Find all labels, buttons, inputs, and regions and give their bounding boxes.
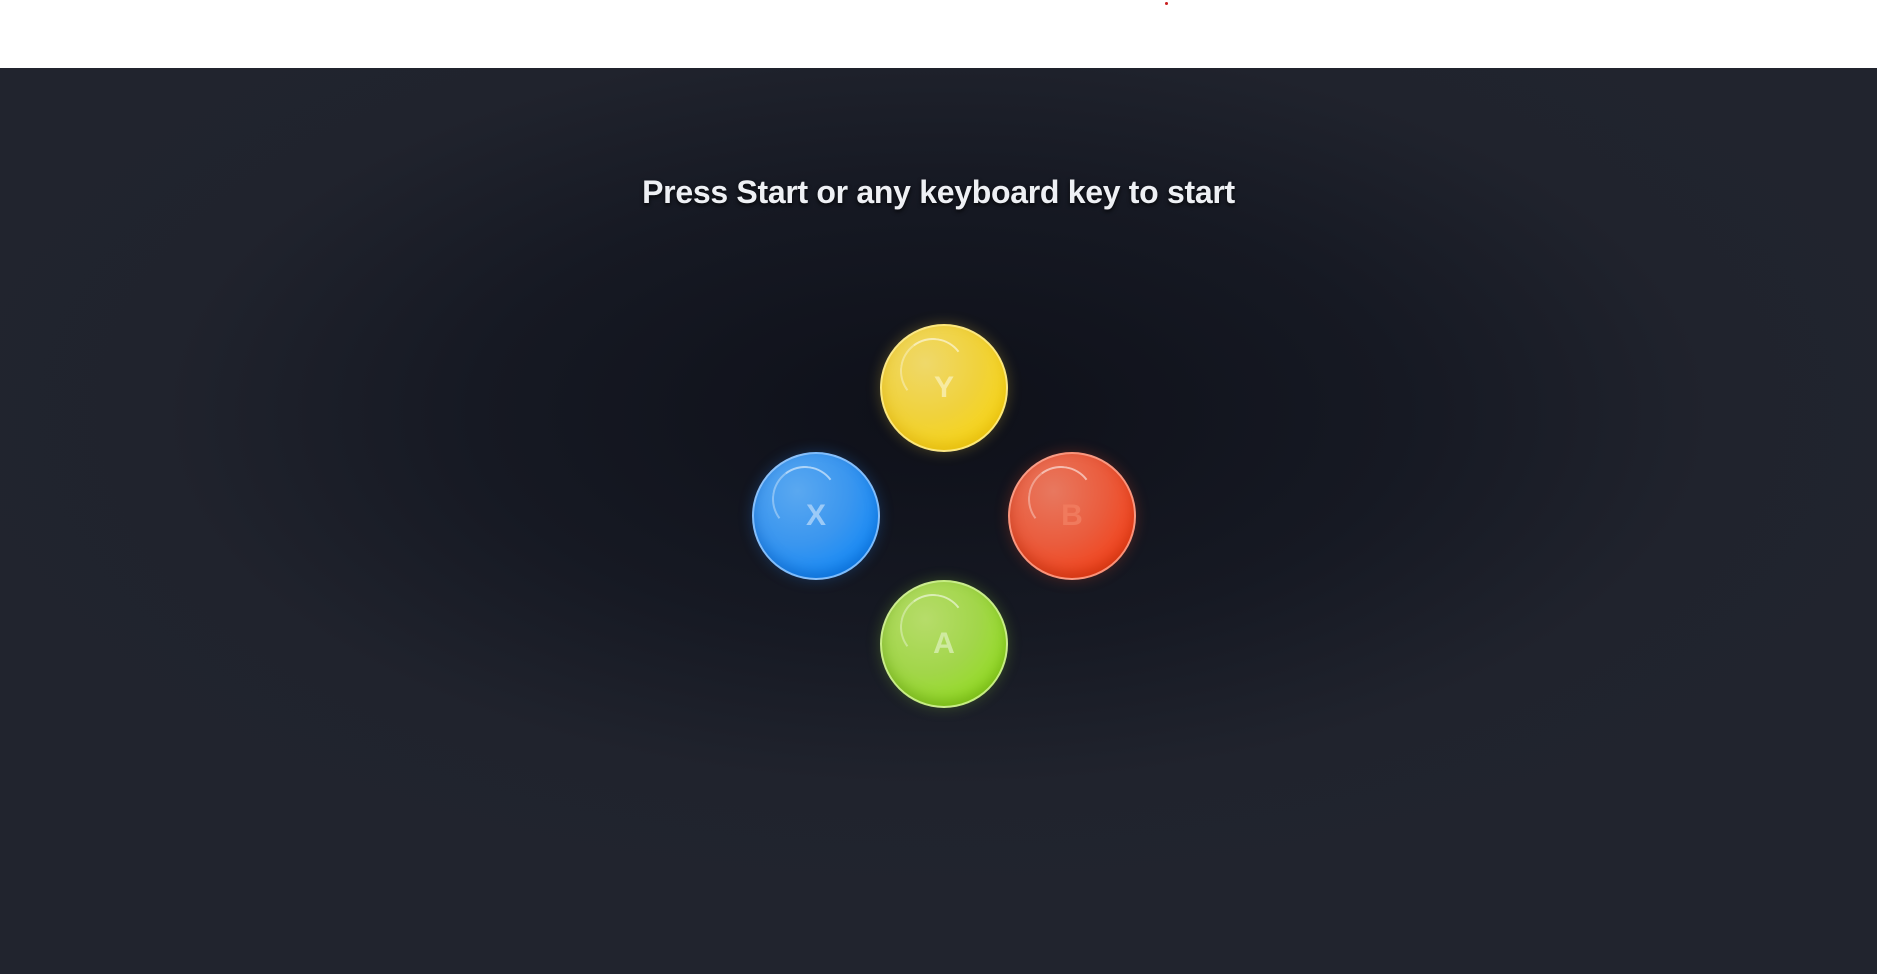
top-bar xyxy=(0,0,1877,68)
a-button[interactable]: A xyxy=(880,580,1008,708)
indicator-dot xyxy=(1165,2,1168,5)
y-button-label: Y xyxy=(933,371,954,404)
game-stage[interactable]: Press Start or any keyboard key to start… xyxy=(0,68,1877,974)
b-button-label: B xyxy=(1061,499,1083,532)
start-prompt: Press Start or any keyboard key to start xyxy=(642,174,1235,210)
y-button[interactable]: Y xyxy=(880,324,1008,452)
b-button[interactable]: B xyxy=(1008,452,1136,580)
x-button[interactable]: X xyxy=(752,452,880,580)
a-button-label: A xyxy=(933,627,955,660)
x-button-label: X xyxy=(805,499,826,532)
